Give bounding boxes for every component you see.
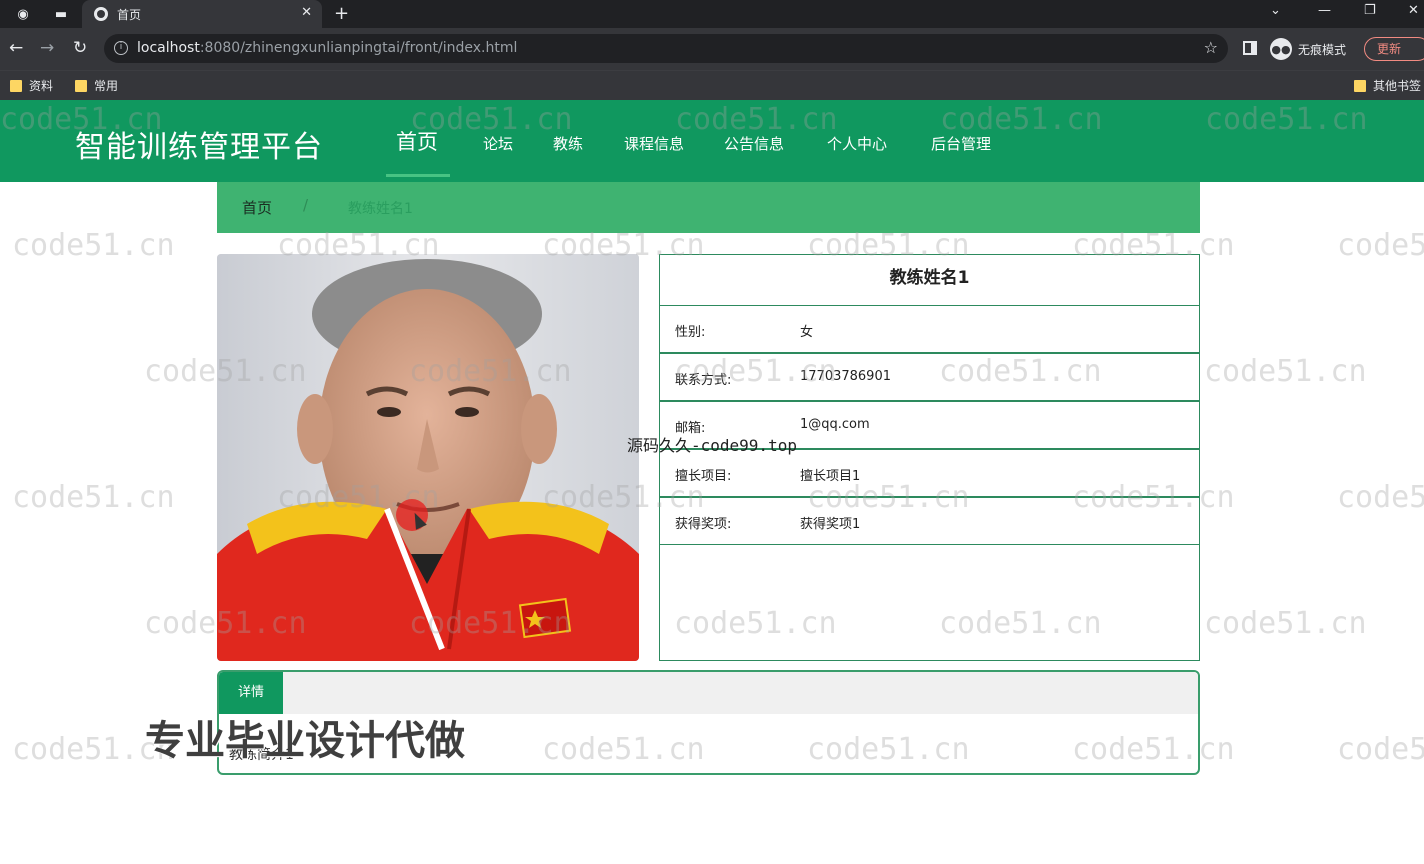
forward-icon[interactable]: → <box>40 38 54 58</box>
address-bar[interactable]: i localhost:8080/zhinengxunlianpingtai/f… <box>104 34 1228 63</box>
field-label: 擅长项目: <box>675 469 732 484</box>
incognito-icon: ●● <box>1270 38 1292 60</box>
watermark: code51.cn <box>1337 228 1424 263</box>
info-row-gender: 性别: 女 <box>659 305 1200 353</box>
active-nav-indicator <box>386 174 450 177</box>
field-value: 1@qq.com <box>800 417 870 432</box>
other-bookmarks[interactable]: 其他书签 <box>1354 77 1421 94</box>
site-header: 智能训练管理平台 首页 论坛 教练 课程信息 公告信息 个人中心 后台管理 <box>0 100 1424 182</box>
side-panel-icon[interactable] <box>1243 41 1257 55</box>
breadcrumb-current: 教练姓名1 <box>348 201 413 217</box>
incognito-indicator[interactable]: ●● 无痕模式 <box>1270 37 1346 61</box>
reload-icon[interactable]: ↻ <box>73 38 87 58</box>
close-icon[interactable]: ✕ <box>301 5 312 20</box>
close-window-icon[interactable]: ✕ <box>1408 3 1419 18</box>
browser-menu-icon[interactable]: ◉ <box>14 5 32 23</box>
bookmarks-bar: 资料 常用 其他书签 <box>0 70 1424 100</box>
restore-icon[interactable]: ❐ <box>1364 3 1376 18</box>
update-button[interactable]: 更新 <box>1364 37 1424 61</box>
field-value: 女 <box>800 325 814 340</box>
globe-icon <box>94 7 108 21</box>
field-label: 获得奖项: <box>675 517 732 532</box>
folder-icon <box>1354 79 1366 92</box>
nav-home[interactable]: 首页 <box>396 126 438 156</box>
source-overlay-text: 源码久久-code99.top <box>627 436 797 455</box>
breadcrumb: 首页 / 教练姓名1 <box>217 182 1200 233</box>
watermark: code51.cn <box>1204 606 1367 641</box>
nav-forum[interactable]: 论坛 <box>483 133 513 154</box>
field-label: 联系方式: <box>675 373 732 388</box>
info-row-specialty: 擅长项目: 擅长项目1 <box>659 449 1200 497</box>
bookmark-folder[interactable]: 常用 <box>75 77 118 94</box>
watermark: code51.cn <box>1337 480 1424 515</box>
folder-icon <box>75 79 87 92</box>
browser-tab[interactable]: 首页 ✕ <box>82 0 322 28</box>
watermark: code51.cn <box>12 228 175 263</box>
back-icon[interactable]: ← <box>9 38 23 58</box>
bookmark-label: 常用 <box>94 79 119 93</box>
bookmark-folder[interactable]: 资料 <box>10 77 53 94</box>
watermark: code51.cn <box>1204 354 1367 389</box>
field-label: 性别: <box>675 325 706 340</box>
coach-portrait-image <box>217 254 639 661</box>
watermark: code51.cn <box>12 480 175 515</box>
nav-profile[interactable]: 个人中心 <box>827 133 887 154</box>
ad-overlay-text: 专业毕业设计代做 <box>145 718 465 764</box>
info-row-awards: 获得奖项: 获得奖项1 <box>659 497 1200 545</box>
tab-search-icon[interactable]: ▬ <box>52 5 70 23</box>
nav-announcements[interactable]: 公告信息 <box>724 133 784 154</box>
tab-title: 首页 <box>117 8 142 22</box>
url-path: :8080/zhinengxunlianpingtai/front/index.… <box>199 40 518 56</box>
browser-tab-strip: ◉ ▬ 首页 ✕ + ⌄ — ❐ ✕ <box>0 0 1424 28</box>
field-value: 17703786901 <box>800 369 891 384</box>
breadcrumb-home[interactable]: 首页 <box>242 197 272 218</box>
minimize-icon[interactable]: — <box>1318 3 1331 18</box>
nav-courses[interactable]: 课程信息 <box>624 133 684 154</box>
bookmark-star-icon[interactable]: ☆ <box>1204 38 1218 57</box>
watermark: code51.cn <box>1337 732 1424 767</box>
coach-name: 教练姓名1 <box>889 268 970 288</box>
other-bookmarks-label: 其他书签 <box>1373 79 1422 93</box>
field-value: 擅长项目1 <box>800 469 861 484</box>
info-row-contact: 联系方式: 17703786901 <box>659 353 1200 401</box>
nav-admin[interactable]: 后台管理 <box>931 133 991 154</box>
url-host: localhost <box>137 40 200 56</box>
bookmark-label: 资料 <box>29 79 54 93</box>
site-title: 智能训练管理平台 <box>75 130 323 165</box>
coach-info-panel: 教练姓名1 性别: 女 联系方式: 17703786901 邮箱: 1@qq.c… <box>659 254 1200 661</box>
chevron-down-icon[interactable]: ⌄ <box>1270 3 1281 18</box>
coach-photo <box>217 254 639 661</box>
new-tab-icon[interactable]: + <box>334 3 349 24</box>
info-icon[interactable]: i <box>114 41 128 55</box>
nav-coach[interactable]: 教练 <box>553 133 583 154</box>
folder-icon <box>10 79 22 92</box>
url-text: localhost:8080/zhinengxunlianpingtai/fro… <box>137 40 517 56</box>
incognito-label: 无痕模式 <box>1298 42 1347 57</box>
breadcrumb-separator: / <box>303 196 309 214</box>
field-value: 获得奖项1 <box>800 517 861 532</box>
browser-toolbar: ← → ↻ i localhost:8080/zhinengxunlianpin… <box>0 28 1424 70</box>
